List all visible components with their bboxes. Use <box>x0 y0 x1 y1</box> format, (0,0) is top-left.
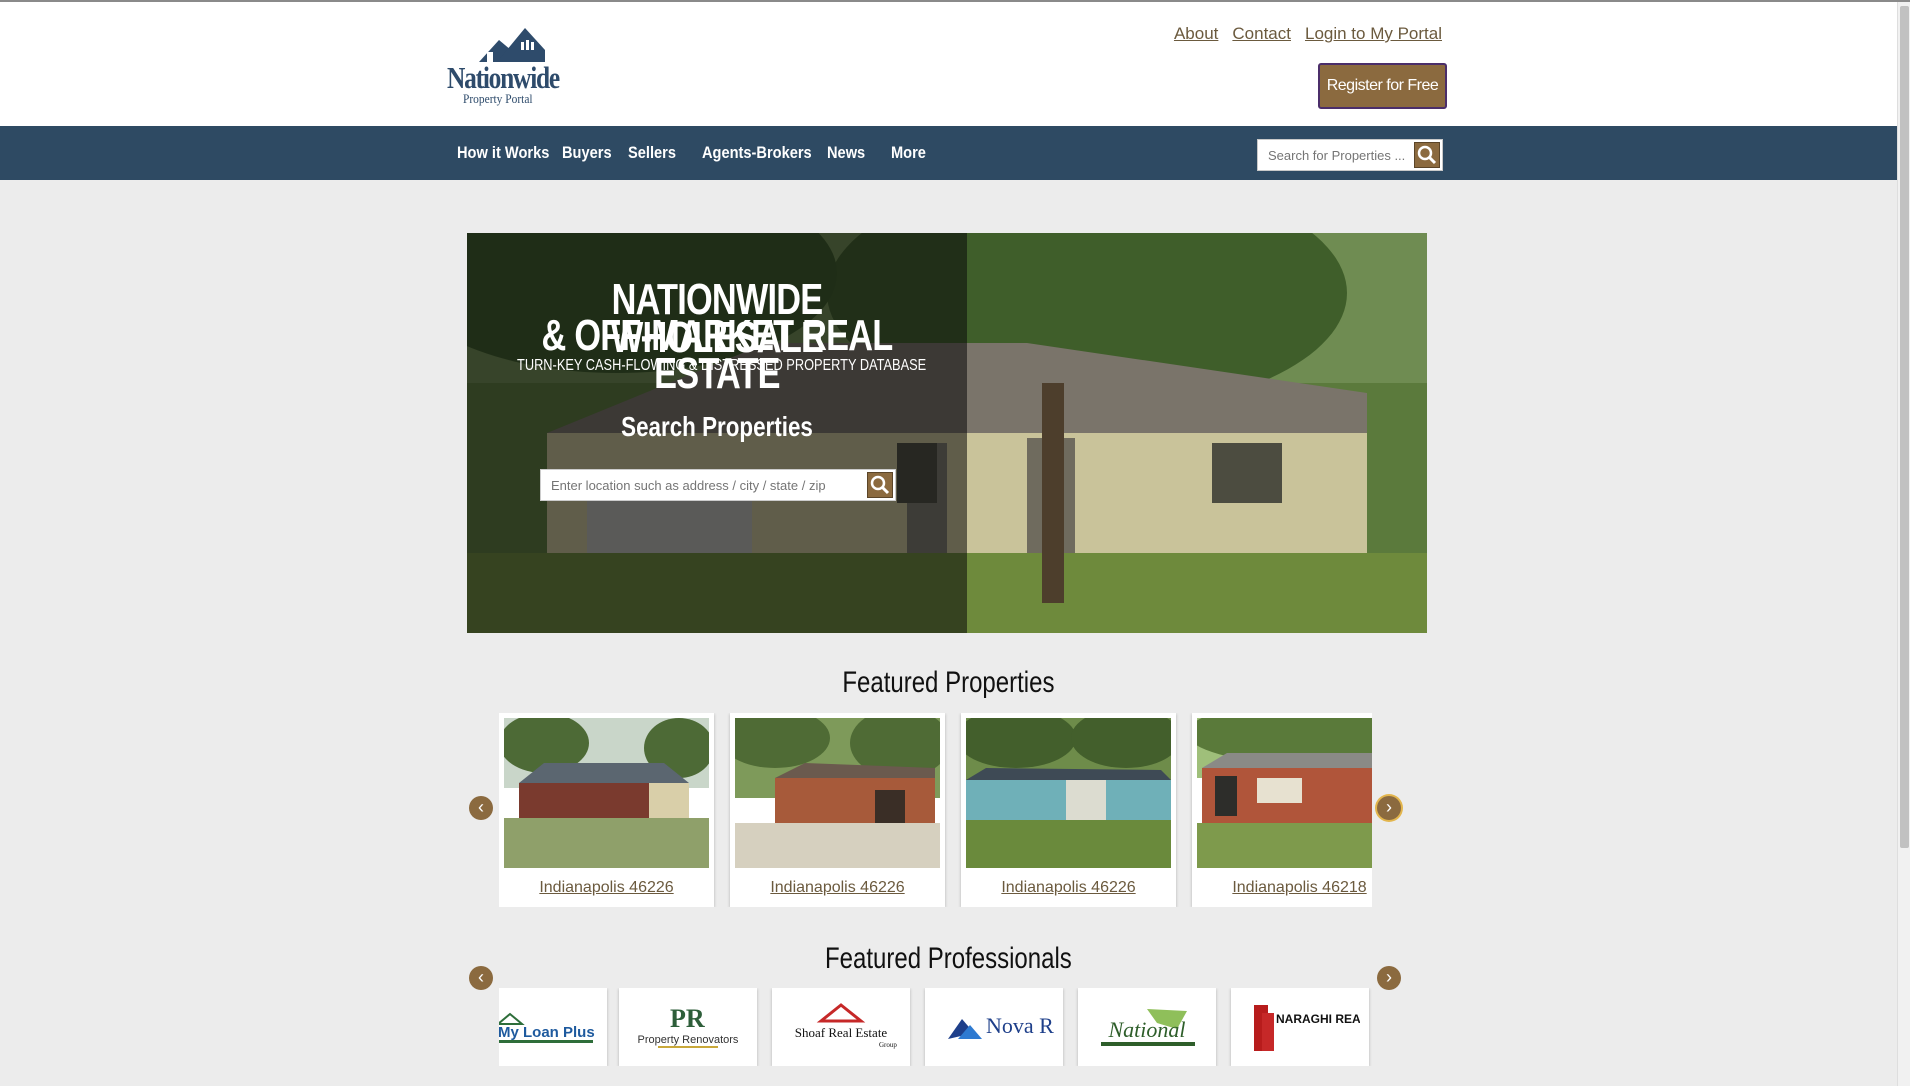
svg-text:NARAGHI REAL ESTATE: NARAGHI REAL ESTATE <box>1276 1012 1360 1026</box>
about-link[interactable]: About <box>1174 24 1218 44</box>
page: Nationwide Property Portal About Contact… <box>0 2 1897 1086</box>
top-links: About Contact Login to My Portal <box>1174 24 1442 44</box>
property-photo[interactable] <box>966 718 1171 868</box>
page-scrollbar[interactable] <box>1897 2 1910 1086</box>
nav-item-agents-brokers[interactable]: Agents-Brokers <box>702 143 812 163</box>
hero-search-heading: Search Properties <box>621 411 813 442</box>
property-photo[interactable] <box>735 718 940 868</box>
property-card[interactable]: Indianapolis 46226 <box>499 713 714 907</box>
nav-item-more[interactable]: More <box>891 143 934 163</box>
property-link[interactable]: Indianapolis 46226 <box>499 879 714 897</box>
hero-banner: NATIONWIDE WHOLESALE & OFF-MARKET REAL E… <box>467 233 1427 633</box>
hero-subtitle: TURN-KEY CASH-FLOWING & DISTRESSED PROPE… <box>517 357 927 374</box>
svg-text:National: National <box>1107 1017 1185 1042</box>
svg-text:Nova Realty Group: Nova Realty Group <box>986 1013 1054 1038</box>
login-link[interactable]: Login to My Portal <box>1305 24 1442 44</box>
property-card[interactable]: Indianapolis 46226 <box>961 713 1176 907</box>
main-nav: How it Works Buyers Sellers Agents-Broke… <box>0 126 1897 180</box>
svg-text:Shoaf Real Estate: Shoaf Real Estate <box>795 1025 888 1040</box>
svg-text:Property Renovators: Property Renovators <box>638 1034 739 1046</box>
logo-subtitle: Property Portal <box>463 91 533 106</box>
hero-search <box>540 469 896 501</box>
svg-text:My Loan Plus: My Loan Plus <box>499 1024 595 1041</box>
nav-item-how-it-works[interactable]: How it Works <box>457 143 549 163</box>
nav-search-button[interactable] <box>1414 142 1440 168</box>
naraghi-real-estate-logo: NARAGHI REAL ESTATE <box>1254 1005 1360 1051</box>
professional-logo-tile[interactable]: My Loan Plus <box>499 988 607 1066</box>
site-header: Nationwide Property Portal About Contact… <box>0 2 1897 126</box>
nav-item-news[interactable]: News <box>827 143 875 163</box>
professional-logo-tile[interactable]: NARAGHI REAL ESTATE <box>1231 988 1369 1066</box>
contact-link[interactable]: Contact <box>1232 24 1291 44</box>
professional-logo-tile[interactable]: National <box>1078 988 1216 1066</box>
shoaf-real-estate-logo: Shoaf Real Estate Group <box>795 1003 897 1049</box>
professional-logo-tile[interactable]: PR Property Renovators <box>619 988 757 1066</box>
hero-title-line2: & OFF-MARKET REAL ESTATE <box>541 311 894 398</box>
svg-text:Group: Group <box>879 1041 897 1049</box>
my-loan-plus-logo: My Loan Plus <box>499 1012 595 1043</box>
featured-properties-title: Featured Properties <box>842 666 1055 699</box>
featured-properties-carousel: Indianapolis 46226 Indianapolis 46226 In… <box>499 713 1372 907</box>
register-button[interactable]: Register for Free <box>1318 63 1447 109</box>
property-photo[interactable] <box>504 718 709 868</box>
search-icon <box>870 475 890 495</box>
properties-next-arrow[interactable]: › <box>1377 796 1401 820</box>
featured-professionals-carousel: My Loan Plus PR Property Renovators Shoa… <box>499 988 1372 1066</box>
hero-search-input[interactable] <box>541 470 861 500</box>
search-icon <box>1417 145 1437 165</box>
nav-item-buyers[interactable]: Buyers <box>562 143 612 163</box>
property-renovators-logo: PR Property Renovators <box>638 1004 739 1048</box>
featured-professionals-title: Featured Professionals <box>825 942 1072 975</box>
property-card[interactable]: Indianapolis 46218 <box>1192 713 1372 907</box>
hero-search-button[interactable] <box>867 472 893 498</box>
professional-logo-tile[interactable]: Nova Realty Group <box>925 988 1063 1066</box>
property-photo[interactable] <box>1197 718 1372 868</box>
national-logo: National <box>1101 1009 1195 1046</box>
property-link[interactable]: Indianapolis 46226 <box>961 879 1176 897</box>
nova-realty-logo: Nova Realty Group <box>948 1013 1054 1039</box>
property-card[interactable]: Indianapolis 46226 <box>730 713 945 907</box>
nav-search-input[interactable] <box>1258 140 1410 170</box>
professionals-next-arrow[interactable]: › <box>1377 966 1401 990</box>
svg-text:PR: PR <box>670 1004 705 1033</box>
professionals-prev-arrow[interactable]: ‹ <box>469 966 493 990</box>
nav-menu: How it Works Buyers Sellers Agents-Broke… <box>457 126 949 180</box>
nav-search <box>1257 139 1443 171</box>
scrollbar-thumb[interactable] <box>1900 6 1909 848</box>
property-link[interactable]: Indianapolis 46226 <box>730 879 945 897</box>
property-link[interactable]: Indianapolis 46218 <box>1192 879 1372 897</box>
site-logo[interactable]: Nationwide Property Portal <box>447 22 571 106</box>
properties-prev-arrow[interactable]: ‹ <box>469 796 493 820</box>
professional-logo-tile[interactable]: Shoaf Real Estate Group <box>772 988 910 1066</box>
nav-item-sellers[interactable]: Sellers <box>628 143 685 163</box>
